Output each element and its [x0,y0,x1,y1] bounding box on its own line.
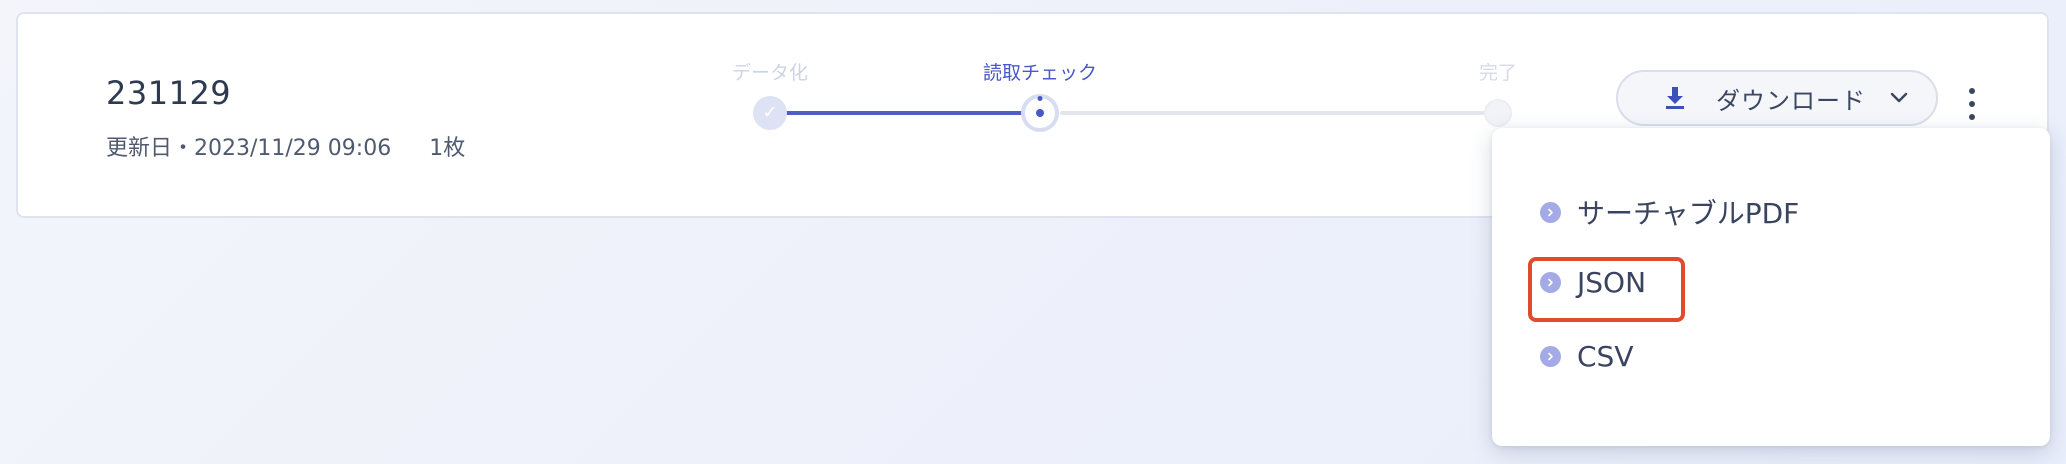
chevron-right-icon [1540,201,1561,223]
current-step-dot [1036,109,1044,117]
download-format-menu: サーチャブルPDF JSON CSV [1492,128,2050,446]
current-step-pip [1037,96,1043,101]
menu-item-searchable-pdf[interactable]: サーチャブルPDF [1540,192,1799,232]
menu-item-csv[interactable]: CSV [1540,340,1633,373]
document-title: 231129 [106,74,232,112]
download-button[interactable]: ダウンロード [1616,70,1938,126]
stepper-track-remaining [1060,111,1490,115]
stepper-track-completed [782,111,1030,115]
check-icon: ✓ [762,102,778,123]
menu-item-label: CSV [1577,340,1634,373]
step-node-digitize: ✓ [753,96,787,130]
more-options-button[interactable] [1966,88,1978,120]
step-node-complete [1484,99,1512,127]
chevron-right-icon [1540,272,1561,293]
step-node-review [1021,94,1059,132]
step-label-complete: 完了 [1478,62,1518,84]
menu-item-json[interactable]: JSON [1540,266,1646,299]
menu-item-label: サーチャブルPDF [1577,197,1800,230]
page-count: 1枚 [429,136,466,161]
download-icon [1666,87,1684,109]
document-meta: 更新日・2023/11/29 09:06 1枚 [106,130,465,162]
updated-date: 更新日・2023/11/29 09:06 [106,136,392,161]
step-label-digitize: データ化 [731,62,809,84]
kebab-dot [1969,114,1975,120]
download-button-label: ダウンロード [1716,86,1866,115]
step-label-review: 読取チェック [982,62,1098,84]
chevron-down-icon [1890,92,1908,103]
kebab-dot [1969,101,1975,107]
menu-item-label: JSON [1577,266,1647,299]
kebab-icon [1969,88,1975,94]
chevron-right-icon [1540,346,1561,367]
